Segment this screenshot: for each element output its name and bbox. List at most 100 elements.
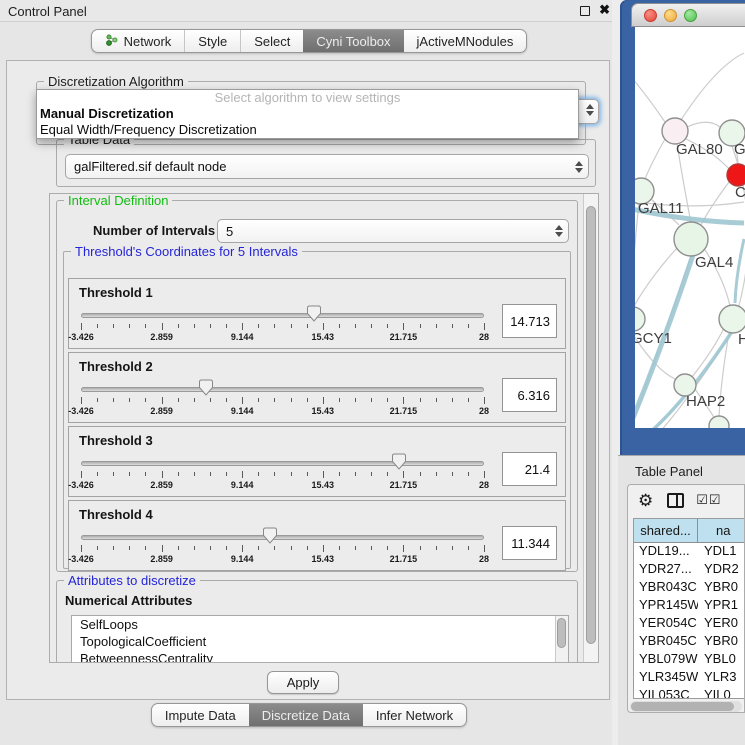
cell-shared-name[interactable]: YPR145W — [634, 597, 698, 615]
cell-shared-name[interactable]: YDR27... — [634, 561, 698, 579]
tick-label: 2.859 — [150, 406, 173, 416]
tab-style[interactable]: Style — [184, 30, 240, 52]
table-row[interactable]: YBR045CYBR0 — [634, 633, 744, 651]
cell-name[interactable]: YER0 — [698, 615, 744, 633]
close-icon[interactable]: ✖ — [599, 2, 610, 18]
cell-name[interactable]: YPR1 — [698, 597, 744, 615]
column-header-name[interactable]: na — [698, 519, 744, 542]
attributes-group: Attributes to discretize Numerical Attri… — [56, 580, 578, 663]
cell-shared-name[interactable]: YBL079W — [634, 651, 698, 669]
table-row[interactable]: YDR27...YDR2 — [634, 561, 744, 579]
cell-shared-name[interactable]: YBR043C — [634, 579, 698, 597]
table-row[interactable]: YDL19...YDL1 — [634, 543, 744, 561]
cell-name[interactable]: YDR2 — [698, 561, 744, 579]
network-node-h[interactable] — [719, 305, 745, 333]
tab-label: Discretize Data — [262, 708, 350, 723]
table-row[interactable]: YIL053CYIL0 — [634, 687, 744, 699]
popup-item-equal-width-frequency[interactable]: Equal Width/Frequency Discretization — [37, 122, 578, 138]
minimize-traffic-light-icon[interactable] — [664, 9, 677, 22]
threshold-slider[interactable]: -3.4262.8599.14415.4321.71528 — [81, 303, 484, 347]
cell-name[interactable]: YBR0 — [698, 633, 744, 651]
tab-discretize-data[interactable]: Discretize Data — [249, 704, 363, 726]
popup-hint-item[interactable]: Select algorithm to view settings — [37, 90, 578, 106]
table-panel-region: Table Panel ⚙ ☑☑ shared... na YDL19...YD… — [618, 455, 745, 745]
slider-track[interactable] — [81, 535, 484, 540]
tick-label: 2.859 — [150, 554, 173, 564]
threshold-value-field[interactable]: 6.316 — [502, 378, 557, 412]
table-row[interactable]: YBL079WYBL0 — [634, 651, 744, 669]
table-row[interactable]: YLR345WYLR3 — [634, 669, 744, 687]
table-row[interactable]: YBR043CYBR0 — [634, 579, 744, 597]
vertical-scrollbar[interactable] — [583, 194, 598, 662]
cell-name[interactable]: YBL0 — [698, 651, 744, 669]
tick-label: 9.144 — [231, 332, 254, 342]
slider-track[interactable] — [81, 461, 484, 466]
discretization-algorithm-title: Discretization Algorithm — [44, 74, 188, 89]
node-label: GAL4 — [695, 254, 733, 271]
slider-track[interactable] — [81, 387, 484, 392]
cell-shared-name[interactable]: YBR045C — [634, 633, 698, 651]
attribute-list-item[interactable]: BetweennessCentrality — [72, 650, 568, 663]
cell-shared-name[interactable]: YDL19... — [634, 543, 698, 561]
attributes-group-title: Attributes to discretize — [64, 573, 200, 588]
tab-jactivemnodules[interactable]: jActiveMNodules — [404, 30, 527, 52]
zoom-traffic-light-icon[interactable] — [684, 9, 697, 22]
cell-name[interactable]: YBR0 — [698, 579, 744, 597]
tick-label: 28 — [479, 406, 489, 416]
column-header-shared-name[interactable]: shared... — [634, 519, 698, 542]
numerical-attributes-list[interactable]: SelfLoopsTopologicalCoefficientBetweenne… — [71, 615, 569, 663]
table-data-value: galFiltered.sif default node — [74, 159, 226, 174]
slider-thumb-icon[interactable] — [263, 527, 278, 544]
horizontal-scrollbar[interactable] — [630, 701, 742, 712]
table-row[interactable]: YER054CYER0 — [634, 615, 744, 633]
tab-cyni-toolbox[interactable]: Cyni Toolbox — [303, 30, 403, 52]
cell-shared-name[interactable]: YER054C — [634, 615, 698, 633]
node-label: GCY1 — [635, 330, 672, 347]
cell-name[interactable]: YDL1 — [698, 543, 744, 561]
tab-impute-data[interactable]: Impute Data — [152, 704, 249, 726]
threshold-slider[interactable]: -3.4262.8599.14415.4321.71528 — [81, 451, 484, 495]
network-node[interactable] — [709, 416, 729, 428]
network-canvas[interactable]: GAL80GACGAL11GAL4GCY1HHAP2 — [635, 27, 745, 428]
table-row[interactable]: YPR145WYPR1 — [634, 597, 744, 615]
number-of-intervals-combobox[interactable]: 5 — [217, 219, 569, 243]
combo-stepper-icon — [553, 223, 564, 239]
cell-shared-name[interactable]: YLR345W — [634, 669, 698, 687]
cell-shared-name[interactable]: YIL053C — [634, 687, 698, 699]
network-node-gcy1[interactable] — [635, 307, 645, 331]
close-traffic-light-icon[interactable] — [644, 9, 657, 22]
network-edge — [645, 139, 665, 179]
threshold-slider[interactable]: -3.4262.8599.14415.4321.71528 — [81, 377, 484, 421]
network-node-c[interactable] — [727, 164, 745, 186]
cell-name[interactable]: YLR3 — [698, 669, 744, 687]
table-header-row: shared... na — [634, 519, 744, 543]
select-columns-icon[interactable]: ☑☑ — [696, 492, 721, 508]
network-window-titlebar[interactable] — [631, 3, 745, 27]
threshold-value-field[interactable]: 21.4 — [502, 452, 557, 486]
attribute-list-item[interactable]: SelfLoops — [72, 616, 568, 633]
threshold-value-field[interactable]: 14.713 — [502, 304, 557, 338]
cell-name[interactable]: YIL0 — [698, 687, 744, 699]
slider-thumb-icon[interactable] — [392, 453, 407, 470]
list-scrollbar[interactable] — [555, 616, 568, 663]
slider-track[interactable] — [81, 313, 484, 318]
table-data-combobox[interactable]: galFiltered.sif default node — [65, 154, 589, 179]
float-window-icon[interactable] — [580, 6, 590, 16]
gear-icon[interactable]: ⚙ — [638, 492, 653, 509]
tab-select[interactable]: Select — [240, 30, 303, 52]
attribute-list-item[interactable]: TopologicalCoefficient — [72, 633, 568, 650]
slider-thumb-icon[interactable] — [306, 305, 321, 322]
tick-label: 2.859 — [150, 332, 173, 342]
number-of-intervals-value: 5 — [226, 224, 233, 239]
threshold-value-field[interactable]: 11.344 — [502, 526, 557, 560]
tick-label: 21.715 — [390, 554, 418, 564]
network-icon — [105, 33, 119, 50]
tab-infer-network[interactable]: Infer Network — [363, 704, 466, 726]
apply-button[interactable]: Apply — [267, 671, 339, 694]
column-layout-icon[interactable] — [667, 493, 684, 508]
tab-network[interactable]: Network — [92, 30, 185, 52]
threshold-slider[interactable]: -3.4262.8599.14415.4321.71528 — [81, 525, 484, 569]
network-node-gal4[interactable] — [674, 222, 708, 256]
popup-item-manual-discretization[interactable]: Manual Discretization — [37, 106, 578, 122]
slider-thumb-icon[interactable] — [198, 379, 213, 396]
